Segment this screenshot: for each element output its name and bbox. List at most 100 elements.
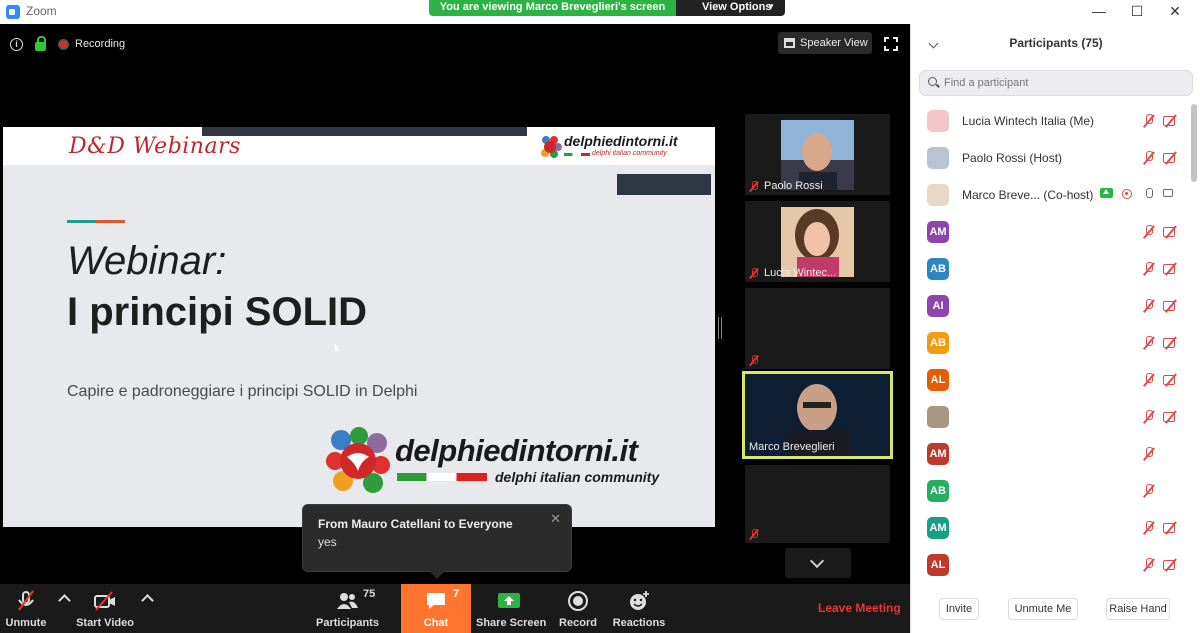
participant-row[interactable]: AB [911,250,1191,287]
muted-mic-icon [1143,484,1155,498]
panel-title: Participants (75) [1009,36,1103,50]
slide-subtitle: Capire e padroneggiare i principi SOLID … [67,383,418,400]
video-off-icon [1163,263,1179,274]
italian-flag [397,473,487,481]
video-tile[interactable] [745,465,890,543]
muted-mic-icon [1143,558,1155,572]
share-banner: You are viewing Marco Breveglieri's scre… [429,0,676,16]
slide-title-line2: I principi SOLID [67,290,368,334]
video-tile[interactable] [745,288,890,369]
tile-name: Paolo Rossi [764,180,823,192]
participant-name: Paolo Rossi (Host) [962,151,1063,165]
scrollbar[interactable] [1191,104,1197,182]
fullscreen-icon[interactable] [884,37,898,51]
chat-icon [427,593,445,609]
video-off-icon [1163,226,1179,237]
video-off-icon [1163,300,1179,311]
muted-mic-icon [749,355,759,366]
participant-row[interactable]: Paolo Rossi (Host) [911,139,1191,176]
participant-row[interactable] [911,398,1191,435]
splitter-handle[interactable] [718,317,722,339]
chat-unread-count: 7 [453,588,460,600]
video-off-icon [1163,152,1179,163]
mic-icon [1143,188,1155,202]
muted-mic-icon [1143,336,1155,350]
share-screen-button[interactable]: Share Screen [476,584,546,633]
participant-row[interactable]: AL [911,361,1191,398]
avatar: AI [927,295,949,317]
tile-name: Marco Breveglieri [749,441,835,453]
start-video-button[interactable]: Start Video [76,584,134,633]
minimize-button[interactable]: — [1080,0,1118,24]
unmute-me-button[interactable]: Unmute Me [1008,598,1078,620]
participant-row[interactable]: AB [911,324,1191,361]
chat-notification[interactable]: From Mauro Catellani to Everyone yes ✕ [302,504,572,579]
video-tile-active-speaker[interactable]: Marco Breveglieri [742,371,893,459]
view-options-label: View Options [702,1,772,13]
avatar: AB [927,332,949,354]
muted-mic-icon [1143,151,1155,165]
zoom-logo-icon [6,5,20,19]
participant-name: Marco Breve... (Co-host) [962,188,1094,202]
chat-sender: From Mauro Catellani to Everyone [318,517,513,531]
muted-mic-icon [749,180,759,192]
speaker-view-button[interactable]: Speaker View [778,32,872,54]
invite-button[interactable]: Invite [939,598,979,620]
video-off-icon [94,591,115,611]
avatar: AM [927,517,949,539]
close-icon[interactable]: ✕ [550,511,561,527]
participant-row[interactable]: AI [911,287,1191,324]
maximize-button[interactable]: ☐ [1118,0,1156,24]
delphiedintorni-logo: delphiedintorni.it delphi italian commun… [325,427,665,497]
muted-mic-icon [1143,114,1155,128]
avatar: AM [927,443,949,465]
close-button[interactable]: ✕ [1156,0,1194,24]
participant-row[interactable]: AM [911,435,1191,472]
dd-webinars-logo: D&D Webinars [69,134,241,159]
brand-tagline: delphi italian community [495,469,660,485]
participant-row[interactable]: Marco Breve... (Co-host) [911,176,1191,213]
video-options-chevron-icon[interactable] [141,594,154,607]
video-off-icon [1163,115,1179,126]
avatar: AB [927,480,949,502]
participants-panel: Participants (75) Lucia Wintech Italia (… [910,24,1200,633]
audio-options-chevron-icon[interactable] [58,594,71,607]
participant-row[interactable]: AM [911,213,1191,250]
brand-name: delphiedintorni.it [395,433,638,468]
video-off-icon [1163,411,1179,422]
info-icon[interactable]: i [10,37,23,51]
unmute-button[interactable]: Unmute [0,584,52,633]
video-off-icon [1163,559,1179,570]
participants-count: 75 [363,588,376,600]
participant-row[interactable]: AM [911,509,1191,546]
window-title: Zoom [26,4,57,18]
lock-icon[interactable] [35,35,46,51]
chat-button[interactable]: Chat [401,584,471,633]
search-input[interactable] [919,70,1193,96]
avatar [927,147,949,169]
brand-name-small: delphiedintorni.it [564,133,678,149]
participant-row[interactable]: Lucia Wintech Italia (Me) [911,102,1191,139]
video-tile[interactable]: Lucia Wintec... [745,201,890,282]
participant-row[interactable]: AB [911,472,1191,509]
meeting-area: i Recording Speaker View D&D Webinars de… [0,24,910,584]
leave-meeting-button[interactable]: Leave Meeting [818,601,901,615]
muted-mic-icon [1143,299,1155,313]
view-options-button[interactable]: View Options ▼ [676,0,785,16]
participant-row[interactable]: AL [911,546,1191,583]
slide-title-line1: Webinar: [67,239,227,283]
record-button[interactable]: Record [556,584,600,633]
avatar [927,110,949,132]
flower-logo-icon [541,136,562,158]
meeting-toolbar: Unmute Start Video Participants 75 Chat … [0,584,910,633]
video-tile[interactable]: Paolo Rossi [745,114,890,195]
flower-logo-icon [326,427,390,493]
participants-icon [337,593,358,609]
raise-hand-button[interactable]: Raise Hand [1106,598,1170,620]
reactions-button[interactable]: Reactions [612,584,666,633]
participant-name: Lucia Wintech Italia (Me) [962,114,1095,128]
speaker-view-icon [784,38,795,48]
italian-flag [564,153,590,156]
recording-label: Recording [75,38,126,50]
scroll-down-button[interactable] [785,548,851,578]
